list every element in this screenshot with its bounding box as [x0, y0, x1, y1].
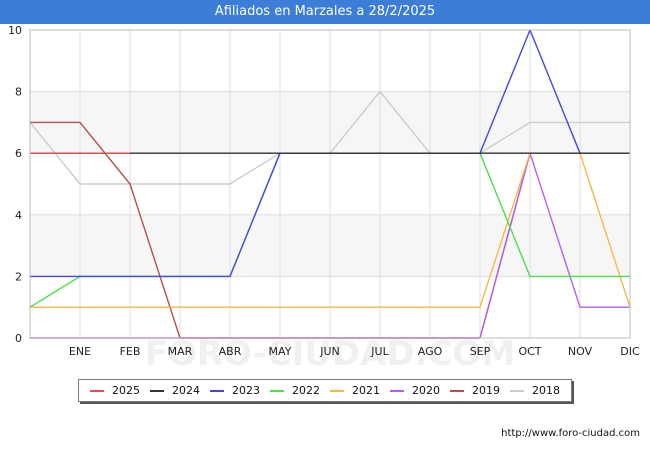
y-tick-label: 6 [15, 147, 22, 160]
legend-swatch [330, 389, 344, 392]
legend-label: 2023 [232, 384, 260, 397]
legend-swatch [270, 389, 284, 392]
y-tick-label: 4 [15, 209, 22, 222]
legend-item-2025: 2025 [90, 384, 140, 397]
x-tick-label: FEB [120, 345, 141, 358]
watermark-text: FORO-CIUDAD.COM [145, 334, 516, 374]
legend-label: 2022 [292, 384, 320, 397]
legend-item-2023: 2023 [210, 384, 260, 397]
legend-swatch [150, 389, 164, 392]
x-tick-label: NOV [568, 345, 593, 358]
legend-swatch [510, 389, 524, 392]
legend-label: 2020 [412, 384, 440, 397]
legend-item-2021: 2021 [330, 384, 380, 397]
footer-url: http://www.foro-ciudad.com [501, 428, 640, 439]
legend-item-2022: 2022 [270, 384, 320, 397]
y-tick-label: 10 [8, 24, 22, 37]
y-tick-label: 2 [15, 270, 22, 283]
legend-label: 2021 [352, 384, 380, 397]
legend-label: 2018 [532, 384, 560, 397]
chart-legend: 2025 2024 2023 2022 2021 2020 2019 2018 [78, 379, 572, 402]
x-tick-label: ENE [69, 345, 91, 358]
y-tick-label: 8 [15, 86, 22, 99]
legend-swatch [450, 389, 464, 392]
legend-item-2024: 2024 [150, 384, 200, 397]
legend-label: 2019 [472, 384, 500, 397]
legend-item-2020: 2020 [390, 384, 440, 397]
legend-label: 2024 [172, 384, 200, 397]
legend-swatch [90, 389, 104, 392]
legend-item-2018: 2018 [510, 384, 560, 397]
legend-swatch [210, 389, 224, 392]
x-tick-label: OCT [518, 345, 541, 358]
x-tick-label: DIC [620, 345, 640, 358]
legend-swatch [390, 389, 404, 392]
legend-label: 2025 [112, 384, 140, 397]
y-tick-label: 0 [15, 332, 22, 345]
legend-item-2019: 2019 [450, 384, 500, 397]
